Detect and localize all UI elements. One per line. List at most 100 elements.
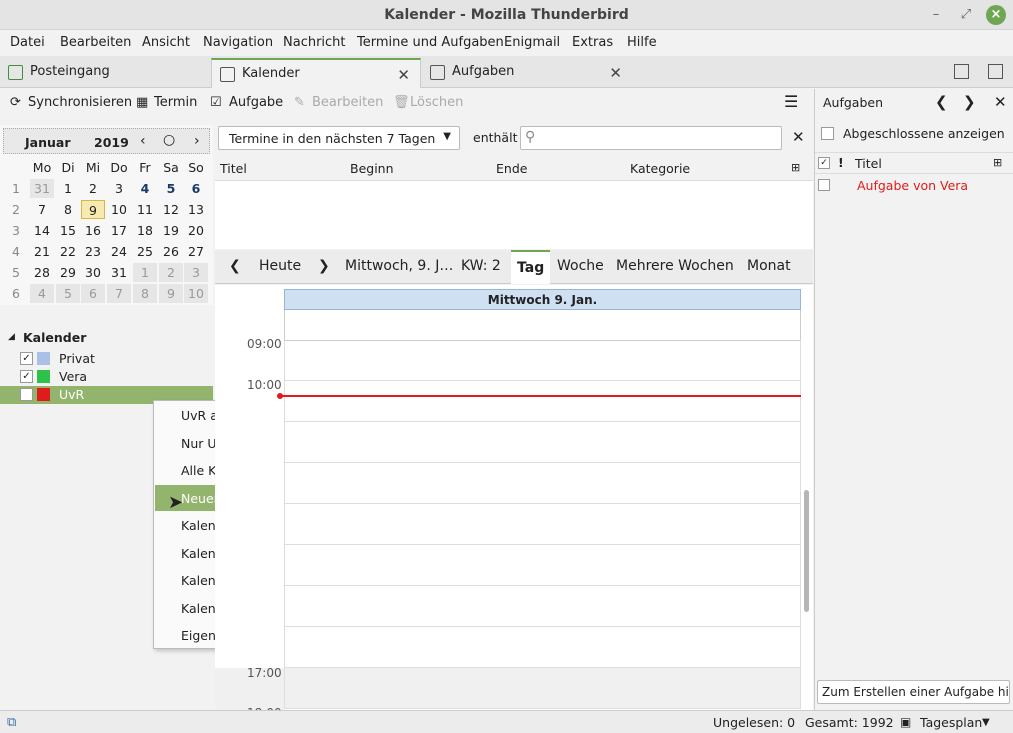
- mini-calendar-day[interactable]: 5: [159, 179, 183, 198]
- today-pane-icon[interactable]: ▣: [900, 715, 911, 729]
- calendar-item[interactable]: ✓ Vera: [0, 368, 213, 386]
- mini-calendar-day[interactable]: 2: [159, 263, 183, 282]
- mini-calendar-day[interactable]: 29: [56, 263, 80, 282]
- mini-calendar-day[interactable]: 20: [184, 221, 208, 240]
- task-col-title[interactable]: Titel: [855, 156, 882, 171]
- menu-datei[interactable]: Datei: [10, 35, 45, 50]
- menu-navigation[interactable]: Navigation: [203, 35, 273, 50]
- menu-hilfe[interactable]: Hilfe: [627, 35, 657, 50]
- mini-calendar-day[interactable]: 13: [184, 200, 208, 219]
- time-slot[interactable]: [284, 627, 801, 668]
- mini-calendar-day[interactable]: 23: [81, 242, 105, 261]
- mini-calendar-day[interactable]: 8: [133, 284, 157, 303]
- scrollbar-thumb[interactable]: [804, 490, 809, 612]
- mini-calendar-day[interactable]: 26: [159, 242, 183, 261]
- next-day-icon[interactable]: ❯: [318, 258, 330, 274]
- next-month-icon[interactable]: ›: [194, 133, 200, 149]
- new-event-icon[interactable]: ▦: [136, 95, 148, 110]
- mini-calendar-day[interactable]: 9: [81, 200, 105, 219]
- col-start[interactable]: Beginn: [350, 161, 394, 176]
- next-icon[interactable]: ❯: [963, 93, 976, 111]
- mini-calendar-day[interactable]: 7: [107, 284, 131, 303]
- priority-column-icon[interactable]: !: [838, 155, 844, 170]
- sync-icon[interactable]: ⟳: [10, 95, 21, 110]
- mini-calendar-day[interactable]: 11: [133, 200, 157, 219]
- mini-calendar-day[interactable]: 6: [184, 179, 208, 198]
- mini-calendar-day[interactable]: 31: [30, 179, 54, 198]
- prev-icon[interactable]: ❮: [935, 93, 948, 111]
- mini-calendar-day[interactable]: 25: [133, 242, 157, 261]
- allday-area[interactable]: [284, 310, 801, 340]
- mini-calendar-day[interactable]: 12: [159, 200, 183, 219]
- mini-calendar-day[interactable]: 15: [56, 221, 80, 240]
- close-tab-icon[interactable]: ✕: [397, 66, 410, 84]
- mini-calendar-day[interactable]: 1: [56, 179, 80, 198]
- tab-day-view[interactable]: Tag: [511, 250, 551, 284]
- col-title[interactable]: Titel: [220, 161, 247, 176]
- new-task-icon[interactable]: ☑: [210, 95, 222, 110]
- col-category[interactable]: Kategorie: [630, 161, 690, 176]
- prev-day-icon[interactable]: ❮: [229, 258, 241, 274]
- time-slot[interactable]: [284, 545, 801, 586]
- minimize-icon[interactable]: –: [926, 5, 946, 25]
- mini-calendar-day[interactable]: 27: [184, 242, 208, 261]
- calendar-item[interactable]: ✓ Privat: [0, 350, 213, 368]
- tab-week-view[interactable]: Woche: [551, 250, 610, 284]
- mini-calendar-day[interactable]: 7: [30, 200, 54, 219]
- menu-bearbeiten[interactable]: Bearbeiten: [60, 35, 131, 50]
- task-mode-icon[interactable]: [988, 64, 1003, 79]
- mini-calendar-day[interactable]: 17: [107, 221, 131, 240]
- mini-calendar-day[interactable]: 5: [56, 284, 80, 303]
- edit-icon[interactable]: ✎: [294, 95, 305, 110]
- tab-posteingang[interactable]: Posteingang: [0, 58, 210, 88]
- mini-calendar-day[interactable]: 1: [133, 263, 157, 282]
- column-picker-icon[interactable]: ⊞: [791, 161, 800, 174]
- month-label[interactable]: Januar: [25, 135, 70, 150]
- mini-calendar-day[interactable]: 10: [107, 200, 131, 219]
- mini-calendar-day[interactable]: 30: [81, 263, 105, 282]
- mini-calendar-day[interactable]: 24: [107, 242, 131, 261]
- quick-add-task-input[interactable]: Zum Erstellen einer Aufgabe hier: [817, 680, 1010, 704]
- mini-calendar-day[interactable]: 9: [159, 284, 183, 303]
- mini-calendar-day[interactable]: 18: [133, 221, 157, 240]
- online-status-icon[interactable]: ⧉: [7, 715, 16, 730]
- tab-month-view[interactable]: Monat: [741, 250, 797, 284]
- time-slot[interactable]: [284, 668, 801, 709]
- mini-calendar-day[interactable]: 16: [81, 221, 105, 240]
- mini-calendar-day[interactable]: 3: [184, 263, 208, 282]
- task-column-picker-icon[interactable]: ⊞: [993, 156, 1002, 169]
- time-slot[interactable]: [284, 340, 801, 381]
- hamburger-menu-icon[interactable]: ☰: [784, 92, 798, 111]
- time-slot[interactable]: [284, 504, 801, 545]
- calendar-checkbox[interactable]: ✓: [20, 370, 33, 383]
- close-pane-icon[interactable]: ✕: [994, 93, 1007, 111]
- mini-calendar-day[interactable]: 2: [81, 179, 105, 198]
- mini-calendar-day[interactable]: 22: [56, 242, 80, 261]
- clear-filter-icon[interactable]: ✕: [792, 128, 805, 146]
- menu-termine[interactable]: Termine und Aufgaben: [357, 35, 504, 50]
- today-circle-icon[interactable]: ○: [163, 132, 175, 148]
- mini-calendar-day[interactable]: 10: [184, 284, 208, 303]
- calendar-mode-icon[interactable]: [954, 64, 969, 79]
- maximize-icon[interactable]: ⤢: [956, 5, 976, 25]
- chevron-down-icon[interactable]: ▼: [982, 717, 990, 728]
- time-slot[interactable]: [284, 463, 801, 504]
- today-button[interactable]: Heute: [259, 258, 301, 274]
- time-slot[interactable]: [284, 586, 801, 627]
- menu-enigmail[interactable]: Enigmail: [504, 35, 560, 50]
- task-checkbox[interactable]: [818, 179, 830, 191]
- mini-calendar-day[interactable]: 31: [107, 263, 131, 282]
- col-end[interactable]: Ende: [496, 161, 527, 176]
- year-label[interactable]: 2019: [94, 135, 129, 150]
- prev-month-icon[interactable]: ‹: [140, 133, 146, 149]
- calendar-checkbox[interactable]: ✓: [20, 352, 33, 365]
- edit-button[interactable]: Bearbeiten: [312, 95, 383, 110]
- mini-calendar-day[interactable]: 14: [30, 221, 54, 240]
- menu-nachricht[interactable]: Nachricht: [283, 35, 346, 50]
- mini-calendar-day[interactable]: 3: [107, 179, 131, 198]
- today-pane-toggle[interactable]: Tagesplan: [920, 715, 982, 730]
- new-event-button[interactable]: Termin: [154, 95, 197, 110]
- mini-calendar-day[interactable]: 21: [30, 242, 54, 261]
- time-slot[interactable]: [284, 381, 801, 422]
- mini-calendar-day[interactable]: 6: [81, 284, 105, 303]
